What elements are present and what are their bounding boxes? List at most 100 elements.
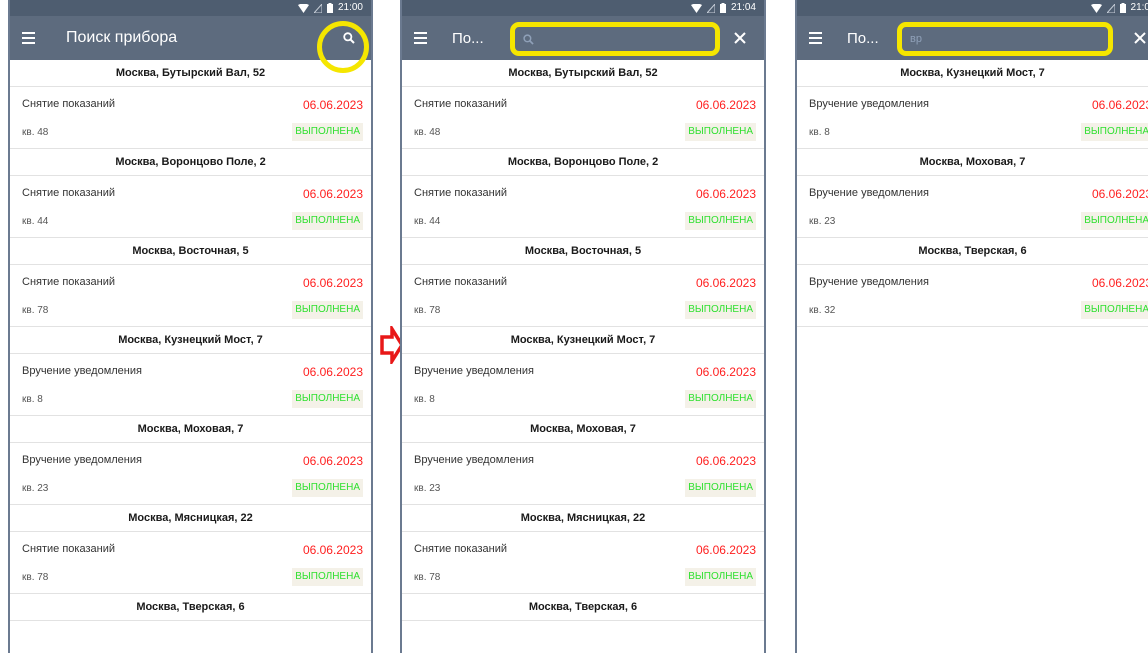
item-date: 06.06.2023: [302, 276, 363, 290]
item-title: Вручение уведомления: [22, 365, 142, 377]
item-title: Снятие показаний: [414, 543, 507, 555]
item-apartment: кв. 44: [414, 216, 441, 227]
list-item[interactable]: Снятие показаний 06.06.2023 кв. 48 ВЫПОЛ…: [10, 87, 371, 149]
group-header: Москва, Тверская, 6: [797, 238, 1148, 265]
group-header: Москва, Кузнецкий Мост, 7: [10, 327, 371, 354]
item-title: Снятие показаний: [22, 187, 115, 199]
battery-icon: [719, 3, 726, 13]
item-apartment: кв. 8: [414, 394, 435, 405]
item-apartment: кв. 48: [22, 127, 49, 138]
item-date: 06.06.2023: [695, 276, 756, 290]
screen-search-open: 21:04 По... Москва, Бутырский Вал, 52 Сн…: [400, 0, 766, 653]
item-apartment: кв. 8: [809, 127, 830, 138]
status-badge: ВЫПОЛНЕНА: [292, 212, 363, 230]
list-item[interactable]: Снятие показаний 06.06.2023 кв. 78 ВЫПОЛ…: [402, 265, 764, 327]
item-apartment: кв. 23: [414, 483, 441, 494]
list-item[interactable]: Снятие показаний 06.06.2023 кв. 48 ВЫПОЛ…: [402, 87, 764, 149]
item-date: 06.06.2023: [302, 98, 363, 112]
list-item[interactable]: Вручение уведомления 06.06.2023 кв. 8 ВЫ…: [10, 354, 371, 416]
item-title: Вручение уведомления: [809, 98, 929, 110]
signal-icon: [706, 3, 715, 13]
item-apartment: кв. 23: [809, 216, 836, 227]
item-apartment: кв. 78: [414, 572, 441, 583]
list-item[interactable]: Вручение уведомления 06.06.2023 кв. 8 ВЫ…: [797, 87, 1148, 149]
list-item[interactable]: Снятие показаний 06.06.2023 кв. 44 ВЫПОЛ…: [402, 176, 764, 238]
group-header: Москва, Тверская, 6: [10, 594, 371, 621]
toolbar: По...: [797, 16, 1148, 60]
item-date: 06.06.2023: [695, 454, 756, 468]
search-box: [897, 22, 1113, 56]
item-date: 06.06.2023: [695, 365, 756, 379]
task-list: Москва, Кузнецкий Мост, 7 Вручение уведо…: [797, 60, 1148, 327]
group-header: Москва, Воронцово Поле, 2: [402, 149, 764, 176]
status-badge: ВЫПОЛНЕНА: [1081, 301, 1148, 319]
search-input[interactable]: [534, 33, 715, 45]
status-badge: ВЫПОЛНЕНА: [685, 212, 756, 230]
group-header: Москва, Восточная, 5: [10, 238, 371, 265]
list-item[interactable]: Вручение уведомления 06.06.2023 кв. 32 В…: [797, 265, 1148, 327]
item-date: 06.06.2023: [302, 365, 363, 379]
group-header: Москва, Мясницкая, 22: [402, 505, 764, 532]
group-header: Москва, Кузнецкий Мост, 7: [797, 60, 1148, 87]
list-item[interactable]: Вручение уведомления 06.06.2023 кв. 23 В…: [402, 443, 764, 505]
list-item[interactable]: Снятие показаний 06.06.2023 кв. 44 ВЫПОЛ…: [10, 176, 371, 238]
list-item[interactable]: Вручение уведомления 06.06.2023 кв. 23 В…: [797, 176, 1148, 238]
status-badge: ВЫПОЛНЕНА: [292, 568, 363, 586]
item-title: Снятие показаний: [22, 276, 115, 288]
list-item[interactable]: Снятие показаний 06.06.2023 кв. 78 ВЫПОЛ…: [10, 532, 371, 594]
page-title: По...: [452, 29, 484, 47]
search-input[interactable]: [902, 33, 1108, 45]
group-header: Москва, Кузнецкий Мост, 7: [402, 327, 764, 354]
item-date: 06.06.2023: [302, 543, 363, 557]
menu-icon[interactable]: [22, 31, 42, 45]
item-apartment: кв. 78: [414, 305, 441, 316]
search-box: [510, 22, 720, 56]
status-bar: 21:0: [797, 0, 1148, 16]
item-apartment: кв. 44: [22, 216, 49, 227]
list-item[interactable]: Вручение уведомления 06.06.2023 кв. 23 В…: [10, 443, 371, 505]
close-button[interactable]: [730, 28, 750, 48]
menu-icon[interactable]: [414, 31, 434, 45]
status-badge: ВЫПОЛНЕНА: [1081, 212, 1148, 230]
item-title: Вручение уведомления: [809, 187, 929, 199]
search-icon: [523, 33, 534, 45]
menu-icon[interactable]: [809, 31, 829, 45]
status-time: 21:00: [337, 2, 363, 13]
status-badge: ВЫПОЛНЕНА: [292, 301, 363, 319]
page-title: По...: [847, 29, 879, 47]
status-badge: ВЫПОЛНЕНА: [685, 568, 756, 586]
status-bar: 21:04: [402, 0, 764, 16]
status-time: 21:04: [730, 2, 756, 13]
group-header: Москва, Мясницкая, 22: [10, 505, 371, 532]
toolbar: Поиск прибора: [10, 16, 371, 73]
item-title: Вручение уведомления: [414, 365, 534, 377]
item-title: Снятие показаний: [22, 98, 115, 110]
item-date: 06.06.2023: [1091, 187, 1148, 201]
item-date: 06.06.2023: [1091, 276, 1148, 290]
task-list: Москва, Бутырский Вал, 52 Снятие показан…: [402, 60, 764, 621]
status-badge: ВЫПОЛНЕНА: [685, 390, 756, 408]
task-list: Москва, Бутырский Вал, 52 Снятие показан…: [10, 60, 371, 621]
close-button[interactable]: [1130, 28, 1148, 48]
list-item[interactable]: Снятие показаний 06.06.2023 кв. 78 ВЫПОЛ…: [10, 265, 371, 327]
wifi-icon: [297, 3, 309, 13]
search-icon: [343, 32, 355, 44]
item-title: Вручение уведомления: [809, 276, 929, 288]
item-apartment: кв. 78: [22, 305, 49, 316]
group-header: Москва, Бутырский Вал, 52: [10, 60, 371, 87]
item-date: 06.06.2023: [695, 187, 756, 201]
group-header: Москва, Бутырский Вал, 52: [402, 60, 764, 87]
item-date: 06.06.2023: [695, 543, 756, 557]
item-title: Снятие показаний: [414, 187, 507, 199]
status-badge: ВЫПОЛНЕНА: [292, 123, 363, 141]
list-item[interactable]: Вручение уведомления 06.06.2023 кв. 8 ВЫ…: [402, 354, 764, 416]
screen-search-results: 21:0 По... Москва, Кузнецкий Мост, 7 Вру…: [795, 0, 1148, 653]
item-apartment: кв. 23: [22, 483, 49, 494]
search-button[interactable]: [317, 21, 369, 73]
status-bar: 21:00: [10, 0, 371, 16]
item-title: Вручение уведомления: [22, 454, 142, 466]
status-badge: ВЫПОЛНЕНА: [685, 123, 756, 141]
item-apartment: кв. 48: [414, 127, 441, 138]
item-apartment: кв. 8: [22, 394, 43, 405]
list-item[interactable]: Снятие показаний 06.06.2023 кв. 78 ВЫПОЛ…: [402, 532, 764, 594]
